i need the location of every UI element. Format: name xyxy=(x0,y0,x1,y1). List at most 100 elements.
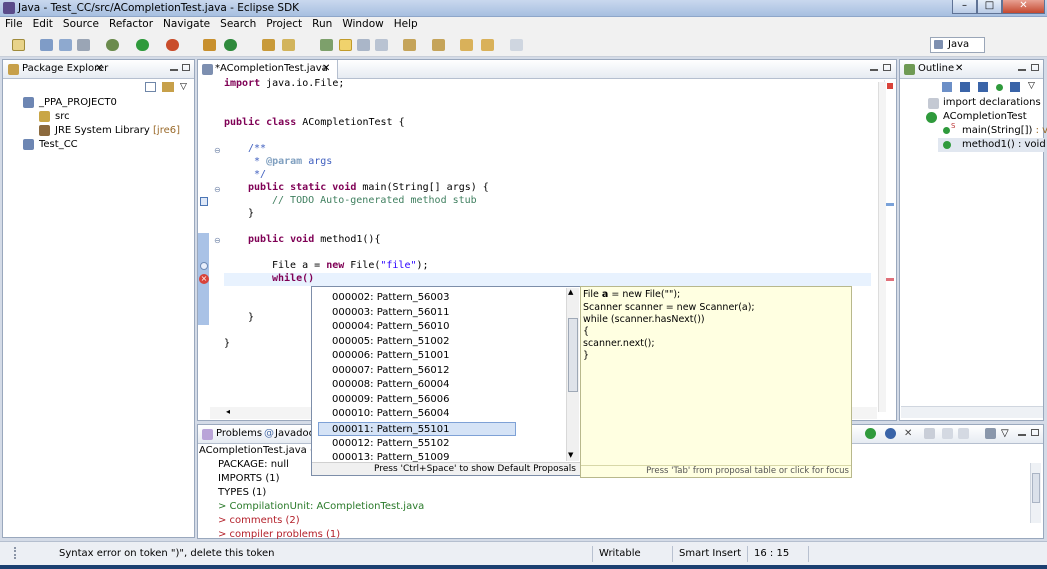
scroll-down-icon[interactable]: ▼ xyxy=(568,451,573,459)
tab-acompletiontest[interactable]: *ACompletionTest.java xyxy=(215,63,328,74)
sync-icon[interactable] xyxy=(885,428,896,439)
proposal-item-selected[interactable]: 000011: Pattern_55101 xyxy=(318,422,516,436)
outline-horizontal-scrollbar[interactable] xyxy=(901,406,1043,418)
proposal-item[interactable]: 000010: Pattern_56004 xyxy=(332,407,517,421)
view-menu-icon[interactable]: ▽ xyxy=(1001,428,1009,439)
ast-compiler-problems[interactable]: > compiler problems (1) xyxy=(218,529,340,540)
tab-javadoc[interactable]: Javadoc xyxy=(275,428,314,439)
new-class-icon[interactable] xyxy=(224,39,237,51)
proposal-item[interactable]: 000009: Pattern_56006 xyxy=(332,393,517,407)
close-button[interactable]: ✕ xyxy=(1002,0,1045,14)
bottom-vertical-scrollbar[interactable] xyxy=(1030,463,1041,523)
proposal-item[interactable]: 000004: Pattern_56010 xyxy=(332,320,517,334)
save-all-icon[interactable] xyxy=(59,39,72,51)
scroll-thumb[interactable] xyxy=(1032,473,1040,503)
forward-icon[interactable] xyxy=(510,39,523,51)
minimize-view-icon[interactable] xyxy=(1018,69,1026,71)
hide-fields-icon[interactable] xyxy=(960,82,970,92)
back-icon[interactable] xyxy=(481,39,494,51)
editor-vertical-scrollbar[interactable] xyxy=(878,82,886,412)
tab-problems[interactable]: Problems xyxy=(216,428,262,439)
tree-item-jre[interactable]: JRE System Library [jre6] xyxy=(55,125,180,136)
code-line-file[interactable]: File a = new File("file"); xyxy=(272,260,429,271)
menu-edit[interactable]: Edit xyxy=(28,17,58,32)
maximize-view-icon[interactable] xyxy=(1031,64,1039,71)
tab-outline[interactable]: Outline xyxy=(918,63,954,74)
link-editor-icon[interactable] xyxy=(162,82,174,92)
view-menu-icon[interactable]: ▽ xyxy=(180,82,187,92)
tree-item-ppa-project[interactable]: _PPA_PROJECT0 xyxy=(39,97,117,108)
scroll-left-icon[interactable]: ◂ xyxy=(226,407,230,416)
close-icon[interactable]: ✕ xyxy=(95,63,103,74)
menu-run[interactable]: Run xyxy=(307,17,337,32)
tree-item-test-cc[interactable]: Test_CC xyxy=(39,139,78,150)
code-line-javadoc-param[interactable]: * @param args xyxy=(248,156,332,167)
home-icon[interactable] xyxy=(924,428,935,439)
debug-icon[interactable] xyxy=(106,39,119,51)
remove-icon[interactable]: ✕ xyxy=(904,428,912,439)
previous-annotation-icon[interactable] xyxy=(432,39,445,51)
minimize-view-icon[interactable] xyxy=(870,69,878,71)
menu-navigate[interactable]: Navigate xyxy=(158,17,215,32)
collapse-all-icon[interactable] xyxy=(145,82,156,92)
code-line-method1[interactable]: public void method1(){ xyxy=(248,234,380,245)
new-icon[interactable] xyxy=(12,39,25,51)
back-icon[interactable] xyxy=(942,428,953,439)
show-whitespace-icon[interactable] xyxy=(375,39,388,51)
close-icon[interactable]: ✕ xyxy=(955,63,963,74)
tree-item-src[interactable]: src xyxy=(55,111,70,122)
minimize-view-icon[interactable] xyxy=(1018,434,1026,436)
proposal-item[interactable]: 000012: Pattern_55102 xyxy=(332,437,517,451)
block-selection-icon[interactable] xyxy=(357,39,370,51)
maximize-view-icon[interactable] xyxy=(1031,429,1039,436)
code-line-close-method[interactable]: } xyxy=(248,312,254,323)
minimize-view-icon[interactable] xyxy=(170,69,178,71)
code-line-javadoc-start[interactable]: /** xyxy=(248,143,266,154)
close-icon[interactable]: ✕ xyxy=(322,63,330,74)
menu-source[interactable]: Source xyxy=(58,17,104,32)
proposal-item[interactable]: 000002: Pattern_56003 xyxy=(332,291,517,305)
code-line-javadoc-end[interactable]: */ xyxy=(248,169,266,180)
proposal-item[interactable]: 000008: Pattern_60004 xyxy=(332,378,517,392)
code-line-import[interactable]: import java.io.File; xyxy=(224,78,344,89)
proposal-scrollbar[interactable]: ▲ ▼ xyxy=(566,288,579,461)
proposal-item[interactable]: 000003: Pattern_56011 xyxy=(332,306,517,320)
ast-comments[interactable]: > comments (2) xyxy=(218,515,300,526)
pin-icon[interactable] xyxy=(985,428,996,439)
open-type-icon[interactable] xyxy=(262,39,275,51)
maximize-view-icon[interactable] xyxy=(883,64,891,71)
maximize-button[interactable]: □ xyxy=(977,0,1002,14)
mark-occurrences-icon[interactable] xyxy=(339,39,352,51)
view-menu-icon[interactable]: ▽ xyxy=(1028,81,1035,91)
sort-icon[interactable] xyxy=(942,82,952,92)
code-line-close-main[interactable]: } xyxy=(248,208,254,219)
code-line-close-class[interactable]: } xyxy=(224,338,230,349)
new-java-project-icon[interactable] xyxy=(203,39,216,51)
menu-project[interactable]: Project xyxy=(261,17,307,32)
ast-compilation-unit[interactable]: > CompilationUnit: ACompletionTest.java xyxy=(218,501,424,512)
ast-imports[interactable]: IMPORTS (1) xyxy=(218,473,280,484)
forward-icon[interactable] xyxy=(958,428,969,439)
menu-search[interactable]: Search xyxy=(215,17,261,32)
hide-nonpublic-icon[interactable] xyxy=(996,84,1003,91)
perspective-java[interactable]: Java xyxy=(930,37,985,53)
ast-package[interactable]: PACKAGE: null xyxy=(218,459,289,470)
menu-help[interactable]: Help xyxy=(389,17,423,32)
error-icon[interactable]: × xyxy=(199,274,209,284)
proposal-item[interactable]: 000007: Pattern_56012 xyxy=(332,364,517,378)
code-line-main[interactable]: public static void main(String[] args) { xyxy=(248,182,489,193)
maximize-view-icon[interactable] xyxy=(182,64,190,71)
save-icon[interactable] xyxy=(40,39,53,51)
fold-icon[interactable]: ⊖ xyxy=(214,236,221,245)
minimize-button[interactable]: – xyxy=(952,0,977,14)
proposal-item[interactable]: 000006: Pattern_51001 xyxy=(332,349,517,363)
outline-main[interactable]: main(String[]) : void xyxy=(962,125,1047,136)
proposal-item[interactable]: 000005: Pattern_51002 xyxy=(332,335,517,349)
outline-method1[interactable]: method1() : void xyxy=(962,139,1046,150)
refresh-icon[interactable] xyxy=(865,428,876,439)
hide-static-icon[interactable] xyxy=(978,82,988,92)
next-annotation-icon[interactable] xyxy=(403,39,416,51)
menu-refactor[interactable]: Refactor xyxy=(104,17,158,32)
ast-types[interactable]: TYPES (1) xyxy=(218,487,266,498)
run-icon[interactable] xyxy=(136,39,149,51)
